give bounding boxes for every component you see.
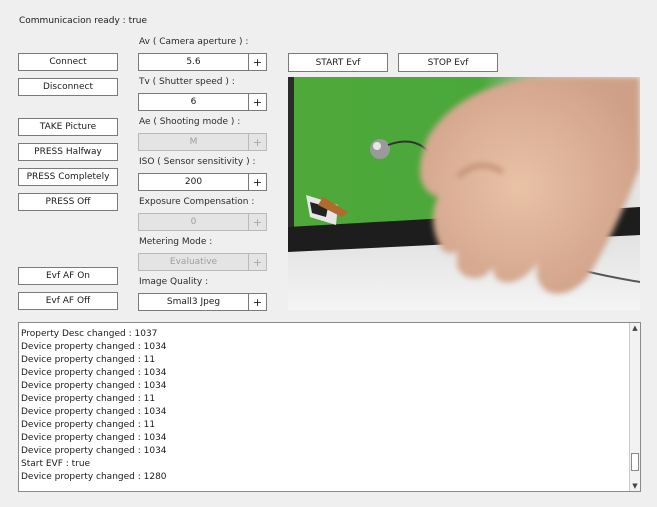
live-view-preview (288, 77, 640, 310)
iso-label: ISO ( Sensor sensitivity ) : (139, 157, 256, 167)
exposure-plus-button: + (248, 213, 267, 231)
press-off-button[interactable]: PRESS Off (18, 193, 118, 211)
av-label: Av ( Camera aperture ) : (139, 37, 249, 47)
log-line: Start EVF : true (21, 459, 91, 469)
quality-label: Image Quality : (139, 277, 209, 287)
log-line: Device property changed : 1034 (21, 368, 167, 378)
ae-label: Ae ( Shooting mode ) : (139, 117, 241, 127)
live-view-image (288, 77, 640, 310)
exposure-value-field: 0 (138, 213, 249, 231)
scrollbar-thumb[interactable] (631, 453, 639, 471)
status-text: Communicacion ready : true (19, 16, 148, 26)
stop-evf-button[interactable]: STOP Evf (398, 53, 498, 72)
iso-value-field[interactable]: 200 (138, 173, 249, 191)
log-line: Device property changed : 1034 (21, 381, 167, 391)
log-line: Property Desc changed : 1037 (21, 329, 158, 339)
disconnect-button[interactable]: Disconnect (18, 78, 118, 96)
metering-label: Metering Mode : (139, 237, 213, 247)
quality-value-field[interactable]: Small3 Jpeg (138, 293, 249, 311)
tv-plus-button[interactable]: + (248, 93, 267, 111)
log-line: Device property changed : 11 (21, 355, 156, 365)
iso-plus-button[interactable]: + (248, 173, 267, 191)
evf-af-on-button[interactable]: Evf AF On (18, 267, 118, 285)
log-line: Device property changed : 1034 (21, 433, 167, 443)
connect-button[interactable]: Connect (18, 53, 118, 71)
event-log-lines: Property Desc changed : 1037 Device prope… (21, 328, 167, 484)
metering-value-field: Evaluative (138, 253, 249, 271)
event-log[interactable]: Property Desc changed : 1037 Device prope… (18, 322, 641, 492)
scroll-down-arrow-icon[interactable]: ▼ (630, 481, 640, 491)
evf-af-off-button[interactable]: Evf AF Off (18, 292, 118, 310)
log-line: Device property changed : 1280 (21, 472, 167, 482)
start-evf-button[interactable]: START Evf (288, 53, 388, 72)
log-scrollbar[interactable]: ▲ ▼ (629, 323, 640, 491)
log-line: Device property changed : 1034 (21, 342, 167, 352)
exposure-label: Exposure Compensation : (139, 197, 255, 207)
press-completely-button[interactable]: PRESS Completely (18, 168, 118, 186)
log-line: Device property changed : 1034 (21, 407, 167, 417)
tv-value-field[interactable]: 6 (138, 93, 249, 111)
quality-plus-button[interactable]: + (248, 293, 267, 311)
av-value-field[interactable]: 5.6 (138, 53, 249, 71)
log-line: Device property changed : 11 (21, 420, 156, 430)
ae-value-field: M (138, 133, 249, 151)
metering-plus-button: + (248, 253, 267, 271)
scroll-up-arrow-icon[interactable]: ▲ (630, 323, 640, 333)
log-line: Device property changed : 11 (21, 394, 156, 404)
tv-label: Tv ( Shutter speed ) : (139, 77, 235, 87)
ae-plus-button: + (248, 133, 267, 151)
take-picture-button[interactable]: TAKE Picture (18, 118, 118, 136)
log-line: Device property changed : 1034 (21, 446, 167, 456)
av-plus-button[interactable]: + (248, 53, 267, 71)
press-halfway-button[interactable]: PRESS Halfway (18, 143, 118, 161)
